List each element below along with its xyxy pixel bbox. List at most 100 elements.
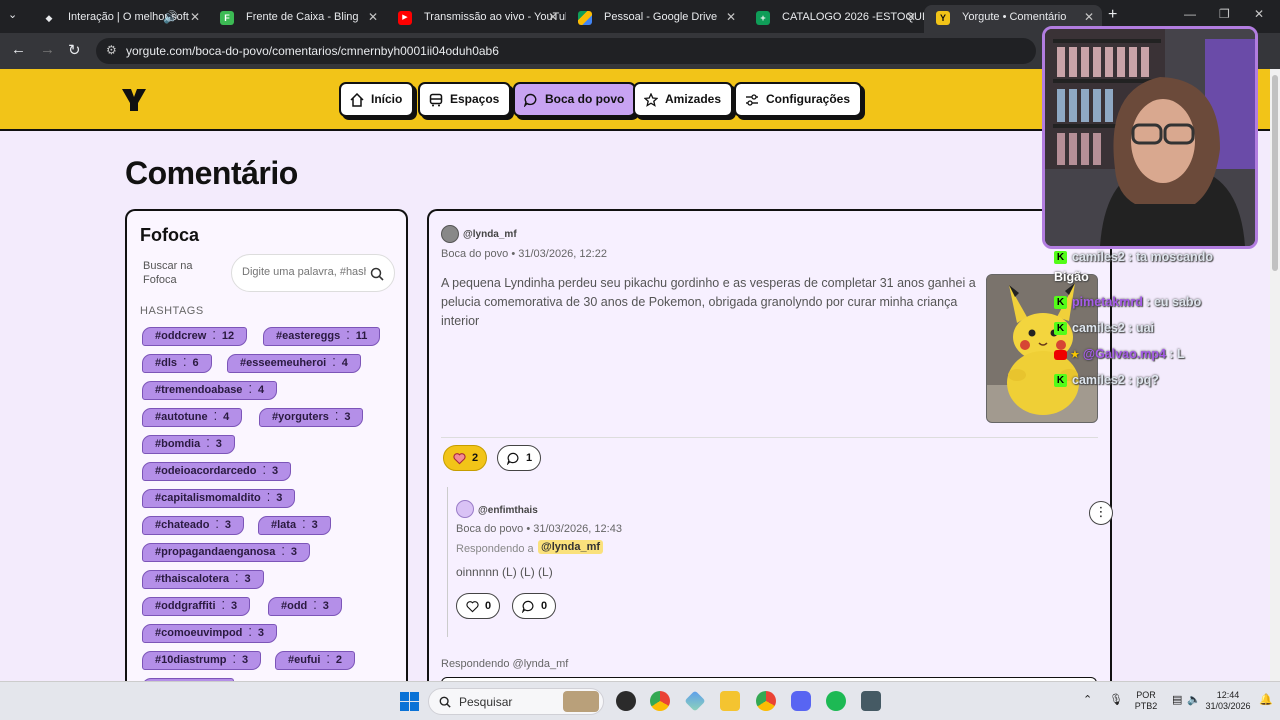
tab-5[interactable]: + CATALOGO 2026 -ESTOQUE ✕ [744,5,924,33]
minimize-icon[interactable]: — [1184,7,1196,21]
responding-to-mention[interactable]: @lynda_mf [538,540,604,554]
tab-1[interactable]: ◆ Interação | O melhor soft 🔊 ✕ [30,5,208,33]
chat-user: camiles2 [1072,321,1125,335]
search-input[interactable] [242,266,366,278]
sourcetree-icon[interactable] [684,690,706,712]
reply-comment-button[interactable]: 0 [512,593,557,619]
star-icon [644,93,658,107]
reload-icon[interactable]: ↻ [68,41,81,59]
post-section[interactable]: Boca do povo [441,248,508,260]
hashtag-name: #yorguters [272,411,329,423]
chat-user: @Galvao.mp4 [1082,347,1166,361]
hashtag-count: 4 [257,384,265,396]
close-icon[interactable]: ✕ [726,5,736,29]
hashtag-chip[interactable]: #odeioacordarcedo ⁚ 3 [142,462,292,481]
hashtag-chip[interactable]: #eufui ⁚ 2 [275,651,356,670]
tab-search-chevron-icon[interactable]: ⌄ [8,8,17,21]
tab-2[interactable]: F Frente de Caixa - Bling ✕ [208,5,386,33]
notification-icon[interactable]: 🔔 [1259,695,1273,706]
taskbar-search[interactable]: Pesquisar [428,688,604,715]
reply-like-button[interactable]: 0 [456,593,501,619]
nav-boca-do-povo-button[interactable]: Boca do povo [513,82,637,117]
hashtag-chip[interactable]: #oddcrew ⁚ 12 [142,327,248,346]
hashtag-chip[interactable]: #odd ⁚ 3 [268,597,342,616]
back-icon[interactable]: ← [11,41,26,58]
chat-text: uai [1135,321,1154,335]
windows-start-icon[interactable] [400,692,419,711]
close-icon[interactable]: ✕ [906,5,916,29]
youtube-icon: ▶ [398,11,412,25]
avatar[interactable] [441,225,459,243]
yorgute-logo[interactable] [122,89,146,111]
close-icon[interactable]: ✕ [368,5,378,29]
search-icon[interactable] [370,267,384,281]
window-close-icon[interactable]: ✕ [1254,7,1264,21]
hashtag-name: #comoeuvimpod [155,627,243,639]
page-scrollbar[interactable] [1270,69,1280,681]
clock[interactable]: 12:44 31/03/2026 [1203,690,1253,712]
discord-icon[interactable] [791,691,811,711]
file-explorer-icon[interactable] [720,691,740,711]
chrome-profile-icon[interactable] [756,691,776,711]
hashtag-chip[interactable]: #oddgraffiti ⁚ 3 [142,597,251,616]
tray-chevron-icon[interactable]: ⌃ [1083,695,1092,706]
language-indicator[interactable]: POR PTB2 [1134,690,1158,712]
drive-icon [578,11,592,25]
hashtag-chip[interactable]: #dls ⁚ 6 [142,354,212,373]
hashtag-chip[interactable]: #comoeuvimpod ⁚ 3 [142,624,278,643]
chat-message: Kpimetakmrd : eu sabo [1054,295,1201,313]
app-recording-icon[interactable] [616,691,636,711]
tab-4[interactable]: Pessoal - Google Drive ✕ [566,5,744,33]
hashtag-chip[interactable]: #thaiscalotera ⁚ 3 [142,570,264,589]
post-author[interactable]: @lynda_mf [463,229,517,240]
hashtag-chip[interactable]: #eastereggs ⁚ 11 [263,327,381,346]
hashtag-chip[interactable]: #lata ⁚ 3 [258,516,331,535]
avatar[interactable] [456,500,474,518]
site-info-icon[interactable]: ⚙ [106,43,117,57]
nav-inicio-button[interactable]: Início [339,82,415,117]
reply-author[interactable]: @enfimthais [478,505,538,516]
nav-configuracoes-button[interactable]: Configurações [734,82,863,117]
network-icon[interactable]: ▤ [1172,695,1182,706]
like-button[interactable]: 2 [443,445,488,471]
chrome-icon[interactable] [650,691,670,711]
volume-icon[interactable]: 🔈 [1187,695,1201,706]
reply-like-count: 0 [485,600,492,612]
hashtag-chip[interactable]: #chateado ⁚ 3 [142,516,245,535]
forward-icon[interactable]: → [40,41,55,58]
nav-espacos-button[interactable]: Espaços [418,82,512,117]
hashtag-count: 3 [271,465,279,477]
maximize-icon[interactable]: ❐ [1219,7,1230,21]
hashtag-chip[interactable]: #autotune ⁚ 4 [142,408,243,427]
reply-section[interactable]: Boca do povo [456,523,523,535]
hashtag-chip[interactable]: #yorguters ⁚ 3 [259,408,364,427]
hashtag-chip[interactable]: #tremendoabase ⁚ 4 [142,381,278,400]
hashtag-chip[interactable]: #capitalismomaldito ⁚ 3 [142,489,296,508]
scroll-thumb[interactable] [1272,75,1278,271]
tab-3[interactable]: ▶ Transmissão ao vivo - YouTub ✕ [386,5,566,33]
omnibox[interactable]: ⚙ yorgute.com/boca-do-povo/comentarios/c… [96,38,1036,64]
hashtag-chip[interactable]: #propagandaenganosa ⁚ 3 [142,543,311,562]
hashtag-chip[interactable]: #bomdia ⁚ 3 [142,435,235,454]
hashtag-chip[interactable]: #esseemeuheroi ⁚ 4 [227,354,361,373]
calculator-icon[interactable] [861,691,881,711]
comment-button[interactable]: 1 [497,445,542,471]
hashtag-name: #eastereggs [276,330,341,342]
post-timestamp: 31/03/2026, 12:22 [518,248,607,260]
url-text[interactable]: yorgute.com/boca-do-povo/comentarios/cmn… [126,44,499,58]
hashtag-count: 3 [231,600,238,612]
search-box[interactable] [231,254,395,292]
new-tab-icon[interactable]: + [1108,6,1117,24]
close-icon[interactable]: ✕ [190,5,200,29]
hashtag-name: #oddgraffiti [155,600,216,612]
chat-message: Kcamiles2 : uai [1054,321,1154,339]
microphone-icon[interactable]: 🎙 [1109,695,1123,706]
nav-amizades-button[interactable]: Amizades [633,82,734,117]
yorgute-icon: Y [936,11,950,25]
keyboard-layout: PTB2 [1134,701,1158,711]
hashtag-chip[interactable]: #10diastrump ⁚ 3 [142,651,262,670]
spotify-icon[interactable] [826,691,846,711]
more-options-icon[interactable]: ⋮ [1089,501,1113,525]
close-icon[interactable]: ✕ [548,5,558,29]
speaker-icon[interactable]: 🔊 [163,5,178,29]
